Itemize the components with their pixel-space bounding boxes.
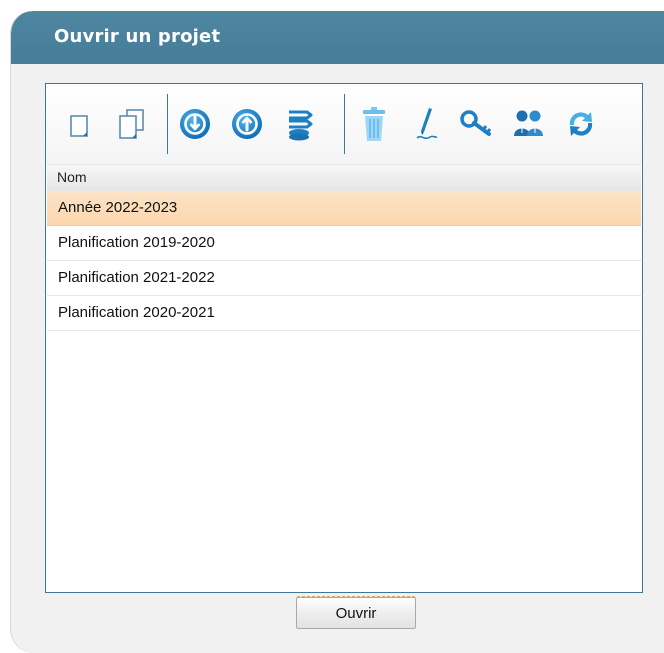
export-button[interactable] [227,104,267,144]
delete-button[interactable] [354,104,394,144]
duplicate-project-icon [119,109,144,139]
project-row-selected[interactable]: Année 2022-2023 [47,191,641,226]
delete-icon [363,107,385,141]
column-header-name[interactable]: Nom [47,164,641,192]
dialog-title: Ouvrir un projet [54,26,221,47]
toolbar [46,84,642,164]
refresh-icon [569,112,593,136]
rename-button[interactable] [406,104,446,144]
import-icon [180,109,210,139]
new-project-button[interactable] [60,104,100,144]
project-name: Année 2022-2023 [58,199,178,216]
permissions-button[interactable] [457,104,497,144]
project-row[interactable]: Planification 2019-2020 [47,226,641,261]
users-icon [514,110,543,136]
merge-button[interactable] [280,104,320,144]
toolbar-separator [167,94,168,154]
rename-icon [416,108,438,140]
export-icon [232,109,262,139]
project-list-panel: Nom Année 2022-2023 Planification 2019-2… [45,83,643,593]
toolbar-separator [344,94,345,154]
column-header-label: Nom [57,169,87,185]
duplicate-project-button[interactable] [112,104,152,144]
import-button[interactable] [175,104,215,144]
open-button[interactable]: Ouvrir [296,596,416,629]
refresh-button[interactable] [561,104,601,144]
project-name: Planification 2021-2022 [58,269,215,286]
new-project-icon [70,115,88,137]
key-icon [460,110,492,136]
project-name: Planification 2019-2020 [58,234,215,251]
project-row[interactable]: Planification 2021-2022 [47,261,641,296]
merge-icon [289,110,313,141]
dialog-titlebar[interactable]: Ouvrir un projet [11,11,664,64]
users-button[interactable] [509,104,549,144]
project-list: Année 2022-2023 Planification 2019-2020 … [47,191,641,331]
project-name: Planification 2020-2021 [58,304,215,321]
open-project-dialog: Ouvrir un projet Nom Année 2022-2023 Pla… [11,11,664,653]
project-row[interactable]: Planification 2020-2021 [47,296,641,331]
